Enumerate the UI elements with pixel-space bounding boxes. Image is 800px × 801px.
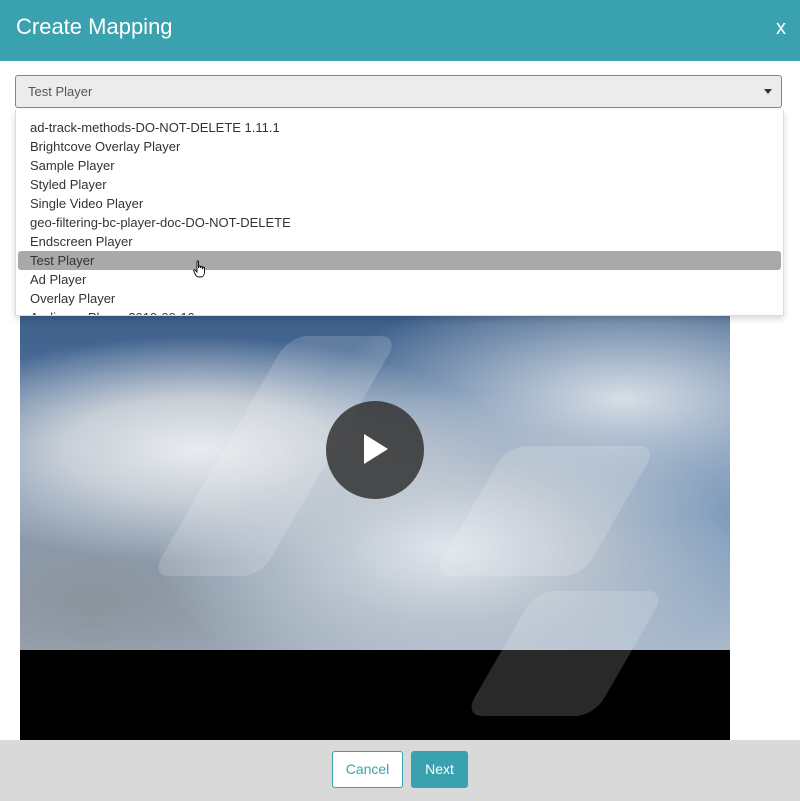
dialog-footer: Cancel Next xyxy=(0,740,800,801)
next-button[interactable]: Next xyxy=(411,751,468,788)
dropdown-option[interactable]: Endscreen Player xyxy=(18,232,781,251)
close-icon[interactable]: x xyxy=(776,18,786,38)
play-button[interactable] xyxy=(326,401,424,499)
dropdown-options: ad-track-methods-DO-NOT-DELETE 1.11.1 Br… xyxy=(16,118,783,315)
play-icon xyxy=(364,434,388,464)
hand-pointer-icon xyxy=(193,260,205,278)
dropdown-option[interactable]: Audience Player 2019-09-10 xyxy=(18,308,781,315)
dropdown-option[interactable]: Test Player xyxy=(18,251,781,270)
dropdown-option[interactable]: Styled Player xyxy=(18,175,781,194)
player-select-value: Test Player xyxy=(28,84,93,99)
dropdown-option[interactable]: ad-track-methods-DO-NOT-DELETE 1.11.1 xyxy=(18,118,781,137)
dropdown-option[interactable]: Sample Player xyxy=(18,156,781,175)
chevron-down-icon[interactable] xyxy=(764,89,772,94)
dialog-title: Create Mapping xyxy=(16,14,173,39)
dropdown-option[interactable]: Brightcove Overlay Player xyxy=(18,137,781,156)
player-select[interactable]: Test Player xyxy=(15,75,782,108)
dropdown-option[interactable]: Overlay Player xyxy=(18,289,781,308)
dialog-header: Create Mapping x xyxy=(0,0,800,61)
cancel-button[interactable]: Cancel xyxy=(332,751,403,788)
dropdown-option[interactable]: Ad Player xyxy=(18,270,781,289)
dropdown-option[interactable]: Single Video Player xyxy=(18,194,781,213)
create-mapping-dialog: Create Mapping x Test Player ad-track-me… xyxy=(0,0,800,801)
video-player[interactable] xyxy=(20,316,730,740)
dropdown-option[interactable]: geo-filtering-bc-player-doc-DO-NOT-DELET… xyxy=(18,213,781,232)
player-dropdown-list[interactable]: ad-track-methods-DO-NOT-DELETE 1.11.1 Br… xyxy=(15,110,784,316)
